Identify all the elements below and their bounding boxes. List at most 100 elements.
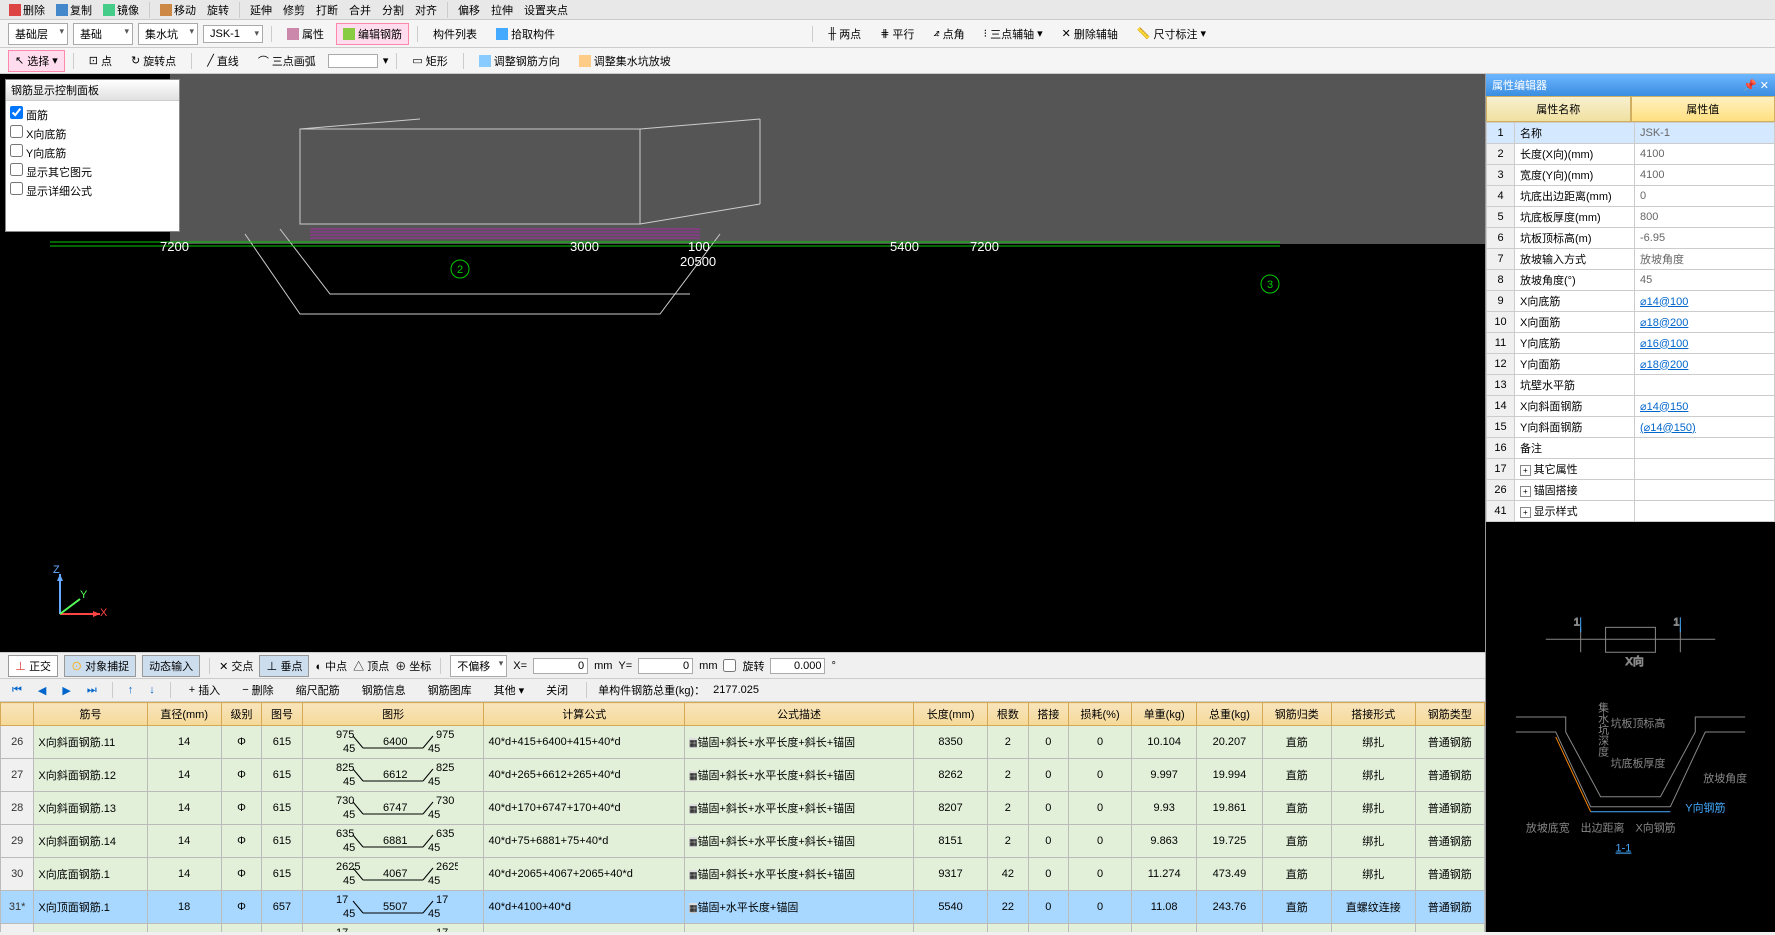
nav-down[interactable]: ↓ [145, 684, 159, 696]
table-header[interactable]: 长度(mm) [914, 703, 988, 726]
tab-prop-value[interactable]: 属性值 [1631, 96, 1775, 122]
btn-rotpt[interactable]: ↻旋转点 [124, 50, 183, 72]
prop-row[interactable]: 7 放坡输入方式 放坡角度 [1487, 249, 1775, 270]
btn-3pt[interactable]: ⁝三点辅轴▾ [977, 23, 1050, 45]
snap-intersect[interactable]: ✕ 交点 [219, 658, 253, 674]
table-row[interactable]: 29 X向斜面钢筋.1414Φ615 63545688145635 40*d+7… [1, 825, 1485, 858]
table-header[interactable]: 单重(kg) [1132, 703, 1197, 726]
table-header[interactable]: 级别 [221, 703, 262, 726]
viewport-3d[interactable]: 2 3 7200 3000 100 20500 5400 7200 Z Y [0, 74, 1485, 652]
btn-scale[interactable]: 缩尺配筋 [289, 679, 347, 701]
btn-info[interactable]: 钢筋信息 [355, 679, 413, 701]
chk-y-bottom[interactable]: Y向底筋 [10, 143, 175, 162]
table-header[interactable]: 筋号 [34, 703, 147, 726]
toggle-snap[interactable]: ⊙ 对象捕捉 [64, 655, 136, 677]
tb-delete[interactable]: 删除 [5, 1, 49, 19]
input-rot[interactable] [770, 658, 825, 674]
prop-row[interactable]: 12 Y向面筋 ⌀18@200 [1487, 354, 1775, 375]
btn-select[interactable]: ↖选择▾ [8, 50, 65, 72]
prop-row[interactable]: 26 +锚固搭接 [1487, 480, 1775, 501]
table-header[interactable]: 钢筋类型 [1415, 703, 1484, 726]
tb-mirror[interactable]: 镜像 [99, 1, 143, 19]
prop-row[interactable]: 2 长度(X向)(mm) 4100 [1487, 144, 1775, 165]
chk-rotate[interactable] [723, 659, 736, 672]
btn-other[interactable]: 其他▾ [487, 679, 532, 701]
dd-instance[interactable]: JSK-1 [203, 25, 263, 43]
snap-mid[interactable]: ◐ 中点 [315, 658, 347, 674]
input-arc[interactable] [328, 54, 378, 68]
table-header[interactable]: 直径(mm) [147, 703, 221, 726]
table-header[interactable]: 公式描述 [684, 703, 913, 726]
table-header[interactable]: 图形 [302, 703, 484, 726]
tb-copy[interactable]: 复制 [52, 1, 96, 19]
table-row[interactable]: 26 X向斜面钢筋.1114Φ615 97545640045975 40*d+4… [1, 726, 1485, 759]
prop-row[interactable]: 13 坑壁水平筋 [1487, 375, 1775, 396]
tb-join[interactable]: 合并 [345, 1, 375, 19]
tb-stretch[interactable]: 拉伸 [487, 1, 517, 19]
prop-row[interactable]: 9 X向底筋 ⌀14@100 [1487, 291, 1775, 312]
tb-break[interactable]: 打断 [312, 1, 342, 19]
btn-pick[interactable]: 拾取构件 [489, 23, 562, 45]
chk-x-bottom[interactable]: X向底筋 [10, 124, 175, 143]
tb-offset[interactable]: 偏移 [454, 1, 484, 19]
table-row[interactable]: 32 X向顶面钢筋.118Φ657 174555074517 40*d+4100… [1, 924, 1485, 933]
btn-close[interactable]: 关闭 [539, 679, 575, 701]
prop-row[interactable]: 1 名称 JSK-1 [1487, 123, 1775, 144]
input-x[interactable] [533, 658, 588, 674]
prop-row[interactable]: 41 +显示样式 [1487, 501, 1775, 522]
table-header[interactable]: 图号 [262, 703, 303, 726]
table-header[interactable]: 搭接形式 [1331, 703, 1415, 726]
nav-first[interactable]: ⏮ [8, 684, 26, 697]
toggle-dyn[interactable]: 动态输入 [142, 655, 200, 677]
rebar-table-container[interactable]: 筋号直径(mm)级别图号图形计算公式公式描述长度(mm)根数搭接损耗(%)单重(… [0, 702, 1485, 932]
prop-row[interactable]: 16 备注 [1487, 438, 1775, 459]
btn-2pt[interactable]: ╫两点 [821, 23, 868, 45]
input-y[interactable] [638, 658, 693, 674]
table-header[interactable]: 总重(kg) [1197, 703, 1262, 726]
dd-floor[interactable]: 基础层 [8, 23, 68, 45]
btn-3arc[interactable]: ⌒三点画弧 [251, 50, 323, 72]
tb-trim[interactable]: 修剪 [279, 1, 309, 19]
prop-row[interactable]: 5 坑底板厚度(mm) 800 [1487, 207, 1775, 228]
table-header[interactable]: 搭接 [1028, 703, 1069, 726]
prop-row[interactable]: 3 宽度(Y向)(mm) 4100 [1487, 165, 1775, 186]
btn-adjust[interactable]: 调整钢筋方向 [472, 50, 567, 72]
prop-row[interactable]: 10 X向面筋 ⌀18@200 [1487, 312, 1775, 333]
table-header[interactable] [1, 703, 34, 726]
btn-rect[interactable]: ▭矩形 [405, 50, 454, 72]
snap-coord[interactable]: ⊕ 坐标 [395, 658, 431, 674]
btn-point[interactable]: ⊡点 [82, 50, 119, 72]
tb-align[interactable]: 对齐 [411, 1, 441, 19]
btn-insert[interactable]: + 插入 [182, 679, 227, 701]
btn-list[interactable]: 构件列表 [426, 23, 484, 45]
tb-extend[interactable]: 延伸 [246, 1, 276, 19]
prop-row[interactable]: 11 Y向底筋 ⌀16@100 [1487, 333, 1775, 354]
snap-vertex[interactable]: △ 顶点 [353, 658, 389, 674]
tb-rotate[interactable]: 旋转 [203, 1, 233, 19]
pin-icon[interactable]: 📌 [1743, 80, 1757, 92]
btn-dim[interactable]: 📏尺寸标注▾ [1130, 23, 1213, 45]
table-row[interactable]: 27 X向斜面钢筋.1214Φ615 82545661245825 40*d+2… [1, 759, 1485, 792]
table-row[interactable]: 28 X向斜面钢筋.1314Φ615 73045674745730 40*d+1… [1, 792, 1485, 825]
dd-category[interactable]: 基础 [73, 23, 133, 45]
prop-row[interactable]: 17 +其它属性 [1487, 459, 1775, 480]
btn-lib[interactable]: 钢筋图库 [421, 679, 479, 701]
tab-prop-name[interactable]: 属性名称 [1486, 96, 1631, 122]
chk-show-other[interactable]: 显示其它图元 [10, 162, 175, 181]
toggle-ortho[interactable]: ⊥ 正交 [8, 655, 58, 677]
chk-surface[interactable]: 面筋 [10, 105, 175, 124]
snap-perp[interactable]: ⊥ 垂点 [259, 655, 309, 677]
tb-grip[interactable]: 设置夹点 [520, 1, 572, 19]
btn-parallel[interactable]: ⋕平行 [873, 23, 921, 45]
nav-up[interactable]: ↑ [124, 684, 138, 696]
nav-prev[interactable]: ◀ [34, 684, 50, 697]
prop-row[interactable]: 4 坑底出边距离(mm) 0 [1487, 186, 1775, 207]
tb-move[interactable]: 移动 [156, 1, 200, 19]
prop-row[interactable]: 6 坑板顶标高(m) -6.95 [1487, 228, 1775, 249]
btn-edit-rebar[interactable]: 编辑钢筋 [336, 23, 409, 45]
table-row[interactable]: 31* X向顶面钢筋.118Φ657 174555074517 40*d+410… [1, 891, 1485, 924]
tb-split[interactable]: 分割 [378, 1, 408, 19]
dd-offset[interactable]: 不偏移 [450, 655, 507, 677]
dd-type[interactable]: 集水坑 [138, 23, 198, 45]
table-header[interactable]: 损耗(%) [1069, 703, 1132, 726]
